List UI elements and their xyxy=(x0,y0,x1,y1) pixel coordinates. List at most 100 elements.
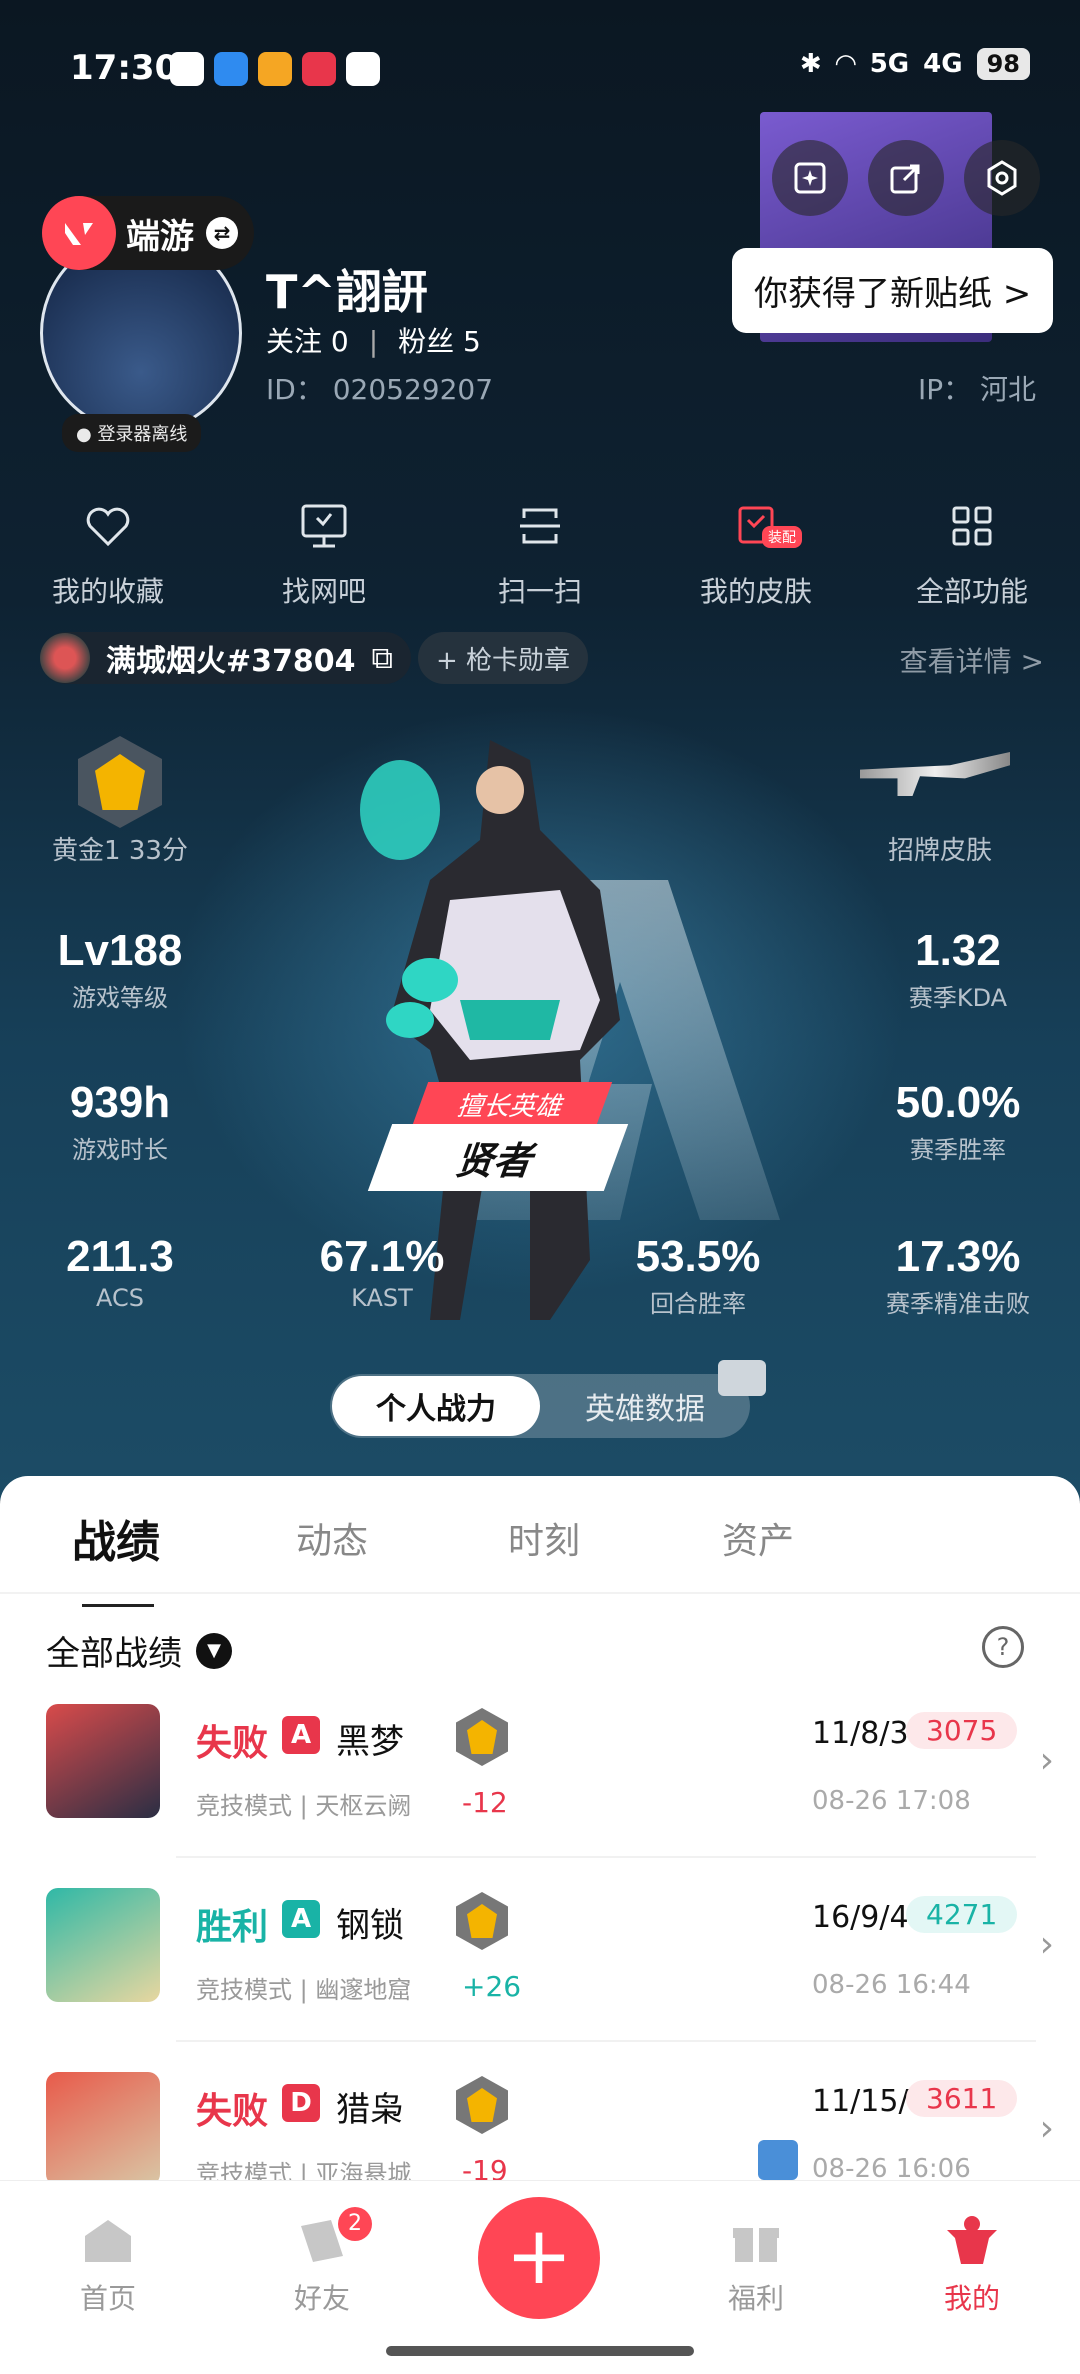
tabbar-welfare[interactable]: 福利 xyxy=(696,2211,816,2317)
chevron-right-icon: › xyxy=(1039,1740,1054,1781)
sticker-button[interactable] xyxy=(772,140,848,216)
divider xyxy=(176,2040,1036,2042)
match-score: 3611 xyxy=(906,2080,1018,2117)
tabbar-label: 福利 xyxy=(727,2282,784,2315)
bottom-tabbar: 首页 2 好友 + 福利 我的 xyxy=(0,2180,1080,2374)
stat-label: ACS xyxy=(96,1284,144,1312)
profile-agent-icon xyxy=(947,2216,997,2264)
agent-name: 黑梦 xyxy=(336,1722,404,1762)
gun-card-badge-button[interactable]: + 枪卡勋章 xyxy=(418,632,589,684)
user-id: ID： 020529207 xyxy=(266,373,494,406)
valorant-logo-icon xyxy=(42,196,116,270)
video-record-icon[interactable] xyxy=(758,2140,798,2180)
shortcut-scan[interactable]: 扫一扫 xyxy=(450,496,630,610)
follow-stats: 关注 0 | 粉丝 5 xyxy=(266,325,481,358)
following-count[interactable]: 关注 0 xyxy=(266,325,349,358)
grid-icon xyxy=(952,506,992,546)
stat-kast: 67.1% KAST xyxy=(272,1232,492,1312)
stat-value: 211.3 xyxy=(66,1232,174,1281)
tabbar-friends[interactable]: 2 好友 xyxy=(262,2207,382,2317)
best-hero-tag: 擅长英雄 xyxy=(411,1082,613,1127)
agent-name: 钢锁 xyxy=(336,1906,404,1946)
match-result: 失败 xyxy=(196,1723,269,1764)
stats-segment-control: 个人战力 英雄数据 xyxy=(330,1374,750,1438)
shortcut-netcafe[interactable]: 找网吧 xyxy=(234,496,414,610)
player-card[interactable]: 满城烟火#37804 ⧉ xyxy=(40,632,411,684)
stat-value: 53.5% xyxy=(635,1232,761,1281)
stat-label: 游戏时长 xyxy=(72,1136,168,1164)
app-icon xyxy=(170,52,204,86)
app-icon xyxy=(346,52,380,86)
match-kda: 16/9/4 xyxy=(812,1900,909,1935)
stat-value: 67.1% xyxy=(319,1232,445,1281)
stat-value: Lv188 xyxy=(57,926,183,975)
settings-button[interactable] xyxy=(964,140,1040,216)
stat-round-winrate: 53.5% 回合胜率 xyxy=(588,1232,808,1319)
signal-4g: 4G xyxy=(923,49,963,79)
tab-assets[interactable]: 资产 xyxy=(722,1512,794,1564)
stat-level: Lv188 游戏等级 xyxy=(10,926,230,1013)
match-result: 失败 xyxy=(196,2091,269,2132)
mode-badge: A xyxy=(282,1716,320,1754)
friends-badge: 2 xyxy=(338,2207,372,2241)
card-deco-icon xyxy=(718,1360,766,1396)
shortcut-favorites[interactable]: 我的收藏 xyxy=(18,496,198,610)
help-icon[interactable]: ? xyxy=(982,1626,1024,1668)
app-icon xyxy=(258,52,292,86)
stat-label: 赛季精准击败 xyxy=(886,1290,1030,1318)
battery-indicator: 98 xyxy=(976,48,1030,80)
divider xyxy=(0,1592,1080,1594)
launcher-offline-badge: ● 登录器离线 xyxy=(62,414,202,452)
share-button[interactable] xyxy=(868,140,944,216)
agent-portrait xyxy=(46,2072,160,2186)
match-mode-map: 竞技模式 | 天枢云阙 xyxy=(196,1792,412,1820)
top-actions xyxy=(772,140,1040,216)
view-details-link[interactable]: 查看详情 > xyxy=(900,640,1044,680)
fans-count[interactable]: 粉丝 5 xyxy=(398,325,481,358)
status-bar: 17:30 ✱ ◠ 5G 4G 98 xyxy=(70,48,1030,98)
mode-badge: A xyxy=(282,1900,320,1938)
rank-gold-icon xyxy=(456,1708,508,1766)
shortcut-label: 找网吧 xyxy=(281,575,366,608)
nickname: T^詡訮 xyxy=(266,265,428,319)
tabbar-label: 我的 xyxy=(943,2282,1000,2315)
tab-record[interactable]: 战绩 xyxy=(72,1506,160,1570)
copy-icon[interactable]: ⧉ xyxy=(372,641,393,676)
tabbar-me[interactable]: 我的 xyxy=(912,2211,1032,2317)
new-sticker-tooltip[interactable]: 你获得了新贴纸 > xyxy=(732,248,1054,333)
signal-5g: 5G xyxy=(869,49,910,79)
stat-label: 回合胜率 xyxy=(650,1290,746,1318)
divider xyxy=(176,1856,1036,1858)
stat-hours: 939h 游戏时长 xyxy=(10,1078,230,1165)
game-switcher[interactable]: 端游 ⇄ xyxy=(42,196,254,270)
create-post-button[interactable]: + xyxy=(478,2197,600,2319)
agent-name: 猎枭 xyxy=(336,2090,404,2130)
home-indicator xyxy=(386,2346,694,2356)
shortcut-all[interactable]: 全部功能 xyxy=(882,496,1062,610)
shortcut-label: 扫一扫 xyxy=(497,575,582,608)
home-icon xyxy=(85,2220,131,2262)
tabbar-home[interactable]: 首页 xyxy=(48,2211,168,2317)
match-row[interactable]: 胜利 A 钢锁 竞技模式 | 幽邃地窟 +26 16/9/4 4271 08-2… xyxy=(0,1888,1080,2058)
match-row[interactable]: 失败 A 黑梦 竞技模式 | 天枢云阙 -12 11/8/3 3075 08-2… xyxy=(0,1704,1080,1874)
match-result: 胜利 xyxy=(196,1907,269,1948)
tab-feed[interactable]: 动态 xyxy=(296,1512,368,1564)
shortcut-skins[interactable]: 装配 我的皮肤 xyxy=(666,496,846,610)
tab-moments[interactable]: 时刻 xyxy=(508,1512,580,1564)
stat-headshot: 17.3% 赛季精准击败 xyxy=(848,1232,1068,1319)
share-icon xyxy=(890,164,920,194)
rank-gold-icon xyxy=(456,1892,508,1950)
bluetooth-icon: ✱ xyxy=(799,49,822,79)
player-name: 满城烟火#37804 xyxy=(106,644,356,679)
record-filter[interactable]: 全部战绩 ▼ xyxy=(46,1626,232,1675)
scan-icon xyxy=(520,508,560,544)
switch-icon: ⇄ xyxy=(206,217,238,249)
match-mode-map: 竞技模式 | 幽邃地窟 xyxy=(196,1976,412,2004)
segment-personal-power[interactable]: 个人战力 xyxy=(332,1376,540,1436)
tabbar-label: 好友 xyxy=(293,2282,350,2315)
signature-skin-label: 招牌皮肤 xyxy=(887,836,992,866)
stat-winrate: 50.0% 赛季胜率 xyxy=(848,1078,1068,1165)
status-right: ✱ ◠ 5G 4G 98 xyxy=(800,48,1030,80)
rank-label: 黄金1 33分 xyxy=(52,836,188,866)
app-icon xyxy=(214,52,248,86)
